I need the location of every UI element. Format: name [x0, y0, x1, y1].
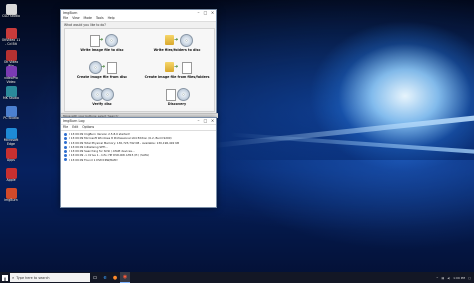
desktop-icon-label: MK Studio	[2, 96, 19, 100]
edge-icon[interactable]: e	[100, 272, 110, 283]
disc-read-icon: ➜	[87, 60, 117, 74]
start-button[interactable]	[0, 272, 10, 283]
close-icon[interactable]: ×	[209, 10, 216, 16]
desktop-icon-label: Apps	[7, 158, 15, 162]
write-files-button[interactable]: ➜ Write files/folders to disc	[140, 29, 214, 56]
menu-mode[interactable]: Mode	[84, 16, 92, 21]
info-icon	[64, 141, 67, 145]
clock[interactable]: 1:09 PM	[453, 276, 465, 280]
desktop-icon[interactable]: videoPro Video	[1, 66, 21, 84]
folder-write-icon: ➜	[162, 33, 193, 47]
search-icon: ⌕	[12, 275, 15, 280]
wallpaper-beam	[211, 115, 474, 149]
close-icon[interactable]: ×	[209, 118, 216, 124]
discovery-button[interactable]: Discovery	[140, 83, 214, 110]
network-icon[interactable]: ▤	[442, 276, 445, 280]
mode-label: Write files/folders to disc	[153, 48, 201, 52]
desktop-icon-label: ImgBurn	[4, 198, 18, 202]
mode-grid: ➜ Write image file to disc ➜ Write files…	[64, 28, 215, 112]
desktop-icon-label: PC Studio	[3, 116, 19, 120]
desktop-icon[interactable]: ImgBurn	[1, 188, 21, 203]
menu-file[interactable]: File	[63, 16, 68, 21]
info-icon	[64, 149, 67, 153]
search-placeholder: Type here to search	[16, 275, 50, 280]
desktop-icon-label: CSD Studio	[2, 14, 20, 18]
log-window: ImgBurn Log – □ × File Edit Options I 13…	[60, 117, 217, 208]
maximize-icon[interactable]: □	[202, 10, 209, 16]
system-tray: ^ ▤ ◂) 1:09 PM ▢	[433, 276, 474, 280]
desktop-icon-label: Microsoft Edge	[3, 138, 19, 146]
verify-disc-button[interactable]: Verify disc	[65, 83, 139, 110]
mode-label: Write image file to disc	[80, 48, 124, 52]
log-line: I 13:09:09 Found 1 DVD±RW/RAM!	[64, 158, 213, 162]
mode-label: Create image file from disc	[76, 75, 128, 79]
mode-label: Verify disc	[92, 102, 112, 106]
info-icon	[64, 132, 67, 136]
imgburn-title: ImgBurn	[63, 11, 78, 15]
desktop-icon[interactable]: Microsoft Edge	[1, 128, 21, 146]
discovery-icon	[162, 87, 192, 101]
info-icon	[64, 136, 67, 140]
minimize-icon[interactable]: –	[195, 10, 202, 16]
wallpaper-glow	[220, 160, 474, 250]
wallpaper-beam	[230, 132, 474, 154]
log-menu-file[interactable]: File	[63, 125, 68, 130]
task-view-icon[interactable]: ▭	[90, 272, 100, 283]
read-disc-button[interactable]: ➜ Create image file from disc	[65, 56, 139, 83]
imgburn-icon[interactable]: ◉	[120, 272, 130, 283]
desktop-icon-label: OKVideo 11 - Cd Bit	[1, 38, 21, 46]
log-menu-edit[interactable]: Edit	[72, 125, 78, 130]
menu-tools[interactable]: Tools	[96, 16, 104, 21]
mode-label: Create image file from files/folders	[144, 75, 210, 79]
disc-write-icon: ➜	[87, 33, 118, 47]
notification-icon[interactable]: ▢	[468, 276, 471, 280]
log-text: I 13:09:09 Found 1 DVD±RW/RAM!	[69, 157, 118, 162]
minimize-icon[interactable]: –	[195, 118, 202, 124]
menu-view[interactable]: View	[72, 16, 79, 21]
taskbar-search[interactable]: ⌕ Type here to search	[10, 273, 90, 282]
info-icon	[64, 154, 67, 158]
desktop-icon[interactable]: OKVideo 11 - Cd Bit	[1, 28, 21, 46]
folder-image-icon: ➜	[162, 60, 192, 74]
desktop-icon[interactable]: Apps	[1, 148, 21, 163]
desktop-icon-label: videoPro Video	[4, 76, 18, 84]
firefox-icon[interactable]: ●	[110, 272, 120, 283]
build-image-button[interactable]: ➜ Create image file from files/folders	[140, 56, 214, 83]
log-titlebar[interactable]: ImgBurn Log – □ ×	[61, 118, 216, 125]
desktop-icon[interactable]: Apple	[1, 168, 21, 183]
log-menu-options[interactable]: Options	[82, 125, 94, 130]
volume-icon[interactable]: ◂)	[447, 276, 450, 280]
verify-icon	[87, 87, 117, 101]
mode-label: Discovery	[167, 102, 187, 106]
desktop-icon[interactable]: PC Studio	[1, 106, 21, 121]
taskbar: ⌕ Type here to search ▭ e ● ◉ ^ ▤ ◂) 1:0…	[0, 272, 474, 283]
log-title: ImgBurn Log	[63, 119, 85, 123]
write-image-button[interactable]: ➜ Write image file to disc	[65, 29, 139, 56]
menu-help[interactable]: Help	[108, 16, 115, 21]
windows-logo-icon	[2, 274, 8, 281]
log-list: I 13:09:09 ImgBurn Version 2.5.8.0 start…	[61, 131, 216, 163]
imgburn-window: ImgBurn – □ × File View Mode Tools Help …	[60, 9, 218, 119]
desktop-icon[interactable]: MK Studio	[1, 86, 21, 101]
tray-chevron-icon[interactable]: ^	[436, 276, 439, 280]
info-icon	[64, 145, 67, 149]
info-icon	[64, 158, 67, 162]
maximize-icon[interactable]: □	[202, 118, 209, 124]
desktop-icon[interactable]: CSD Studio	[1, 4, 21, 19]
desktop-icon-label: Apple	[6, 178, 16, 182]
